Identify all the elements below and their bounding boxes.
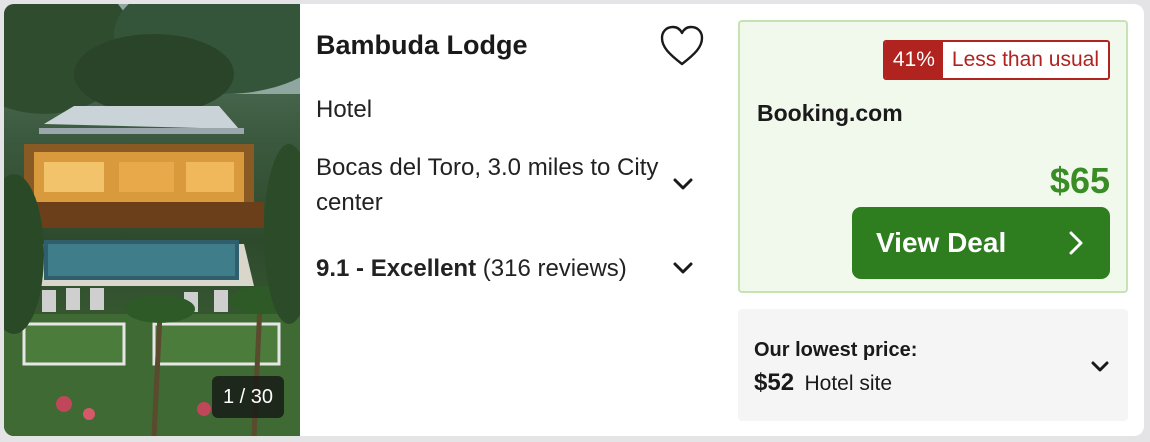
heart-icon[interactable] bbox=[659, 24, 705, 68]
deal-panel: 41% Less than usual Booking.com $65 View… bbox=[738, 20, 1128, 293]
discount-percent: 41% bbox=[884, 42, 943, 78]
discount-badge: 41% Less than usual bbox=[882, 40, 1110, 80]
chevron-down-icon[interactable] bbox=[669, 254, 697, 282]
discount-label: Less than usual bbox=[942, 42, 1108, 78]
hotel-result-card: 1 / 30 Bambuda Lodge Hotel Bocas del Tor… bbox=[4, 4, 1144, 436]
lowest-price-title: Our lowest price: bbox=[754, 339, 918, 361]
photo-counter: 1 / 30 bbox=[212, 376, 284, 418]
chevron-right-icon bbox=[1069, 231, 1083, 255]
rating-score: 9.1 - Excellent bbox=[316, 255, 477, 282]
view-deal-button[interactable]: View Deal bbox=[852, 207, 1110, 279]
chevron-down-icon[interactable] bbox=[1087, 353, 1113, 379]
lowest-price-row: $52 Hotel site bbox=[754, 369, 892, 397]
deal-price: $65 bbox=[1049, 160, 1110, 201]
lowest-price-panel[interactable]: Our lowest price: $52 Hotel site bbox=[738, 309, 1128, 421]
hotel-name[interactable]: Bambuda Lodge bbox=[316, 30, 528, 61]
rating-reviews: (316 reviews) bbox=[482, 255, 627, 282]
hotel-type: Hotel bbox=[316, 96, 373, 123]
hotel-photo[interactable]: 1 / 30 bbox=[4, 4, 300, 436]
lowest-price-source: Hotel site bbox=[804, 372, 893, 395]
hotel-rating[interactable]: 9.1 - Excellent (316 reviews) bbox=[316, 255, 627, 283]
deal-provider: Booking.com bbox=[757, 100, 903, 126]
chevron-down-icon[interactable] bbox=[669, 170, 697, 198]
view-deal-label: View Deal bbox=[876, 227, 1007, 258]
hotel-photo-illustration bbox=[4, 4, 300, 436]
lowest-price-value: $52 bbox=[754, 369, 795, 396]
hotel-location: Bocas del Toro, 3.0 miles to City center bbox=[316, 154, 659, 216]
